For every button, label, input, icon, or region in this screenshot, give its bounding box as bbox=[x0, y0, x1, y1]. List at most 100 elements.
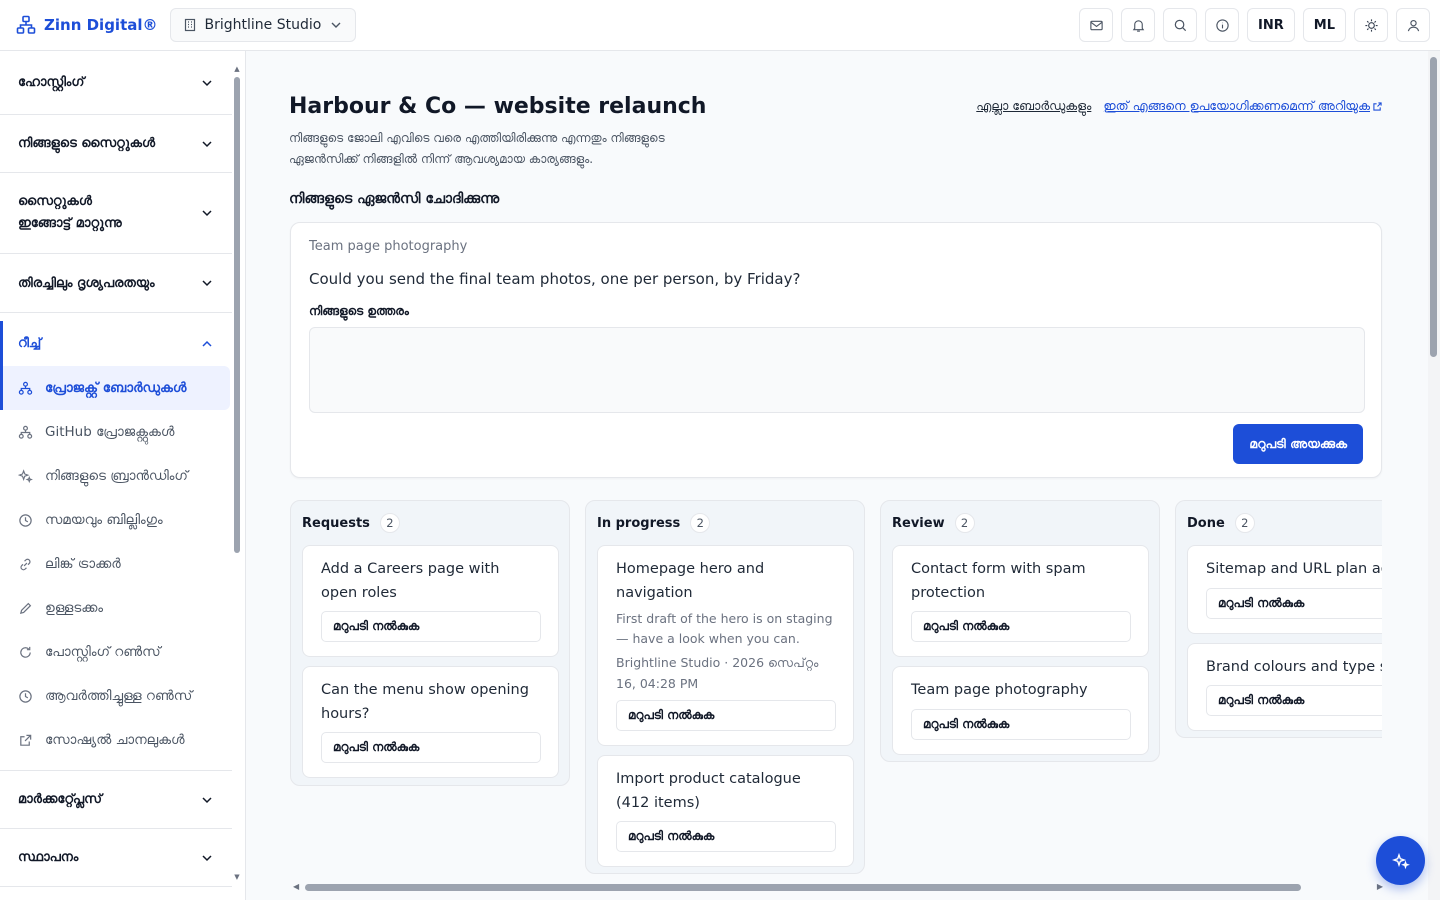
scrollbar-thumb[interactable] bbox=[1430, 57, 1437, 357]
reply-button[interactable]: മറുപടി നൽകുക bbox=[321, 732, 541, 763]
sidebar-section-your-sites[interactable]: നിങ്ങളുടെ സൈറ്റുകൾ bbox=[0, 115, 232, 173]
scrollbar-thumb[interactable] bbox=[234, 77, 240, 553]
agency-asks-heading: നിങ്ങളുടെ ഏജൻസി ചോദിക്കുന്നു bbox=[289, 191, 500, 207]
column-name: In progress bbox=[597, 515, 681, 531]
chevron-down-icon bbox=[202, 79, 212, 86]
workspace-switcher[interactable]: Brightline Studio bbox=[169, 8, 357, 42]
card-note: First draft of the hero is on staging — … bbox=[616, 611, 833, 646]
sidebar-scrollbar[interactable]: ▲ ▼ bbox=[233, 61, 241, 881]
sidebar-item-label: നിങ്ങളുടെ ബ്രാൻഡിംഗ് bbox=[45, 468, 188, 484]
sidebar-item-link-tracker[interactable]: ലിങ്ക് ട്രാക്കർ bbox=[0, 542, 230, 586]
main-content: Harbour & Co — website relaunch നിങ്ങളുട… bbox=[246, 51, 1426, 900]
scroll-right-arrow[interactable]: ▶ bbox=[1377, 882, 1383, 892]
assistant-fab-button[interactable] bbox=[1376, 836, 1425, 885]
sidebar-section-label: റീച്ച് bbox=[18, 336, 42, 351]
answer-textarea[interactable] bbox=[309, 327, 1365, 413]
board-card[interactable]: Contact form with spam protection മറുപടി… bbox=[892, 545, 1149, 657]
board-card[interactable]: Sitemap and URL plan ag മറുപടി നൽകുക bbox=[1187, 545, 1382, 634]
board-card[interactable]: Add a Careers page with open roles മറുപട… bbox=[302, 545, 559, 657]
question-tag: Team page photography bbox=[309, 239, 468, 254]
column-header: Review 2 bbox=[892, 501, 1148, 545]
page-title: Harbour & Co — website relaunch bbox=[289, 94, 707, 119]
column-count: 2 bbox=[690, 513, 711, 533]
reply-button[interactable]: മറുപടി നൽകുക bbox=[616, 821, 836, 852]
reply-button[interactable]: മറുപടി നൽകുക bbox=[1206, 587, 1382, 619]
chevron-down-icon bbox=[202, 140, 212, 147]
sidebar-section-label: നിങ്ങളുടെ സൈറ്റുകൾ bbox=[18, 136, 156, 151]
reply-button[interactable]: മറുപടി നൽകുക bbox=[911, 611, 1131, 642]
sidebar-item-label: പോസ്റ്റിംഗ് റൺസ് bbox=[45, 644, 161, 660]
send-reply-button[interactable]: മറുപടി അയക്കുക bbox=[1233, 424, 1363, 464]
card-title: Import product catalogue (412 items) bbox=[616, 771, 801, 811]
info-button[interactable] bbox=[1205, 8, 1240, 42]
sidebar-item-posting-runs[interactable]: പോസ്റ്റിംഗ് റൺസ് bbox=[0, 630, 230, 674]
refresh-icon bbox=[20, 646, 31, 658]
notifications-button[interactable] bbox=[1121, 8, 1156, 42]
board-card[interactable]: Can the menu show opening hours? മറുപടി … bbox=[302, 666, 559, 778]
reply-button[interactable]: മറുപടി നൽകുക bbox=[1206, 685, 1382, 716]
sidebar-item-social-channels[interactable]: സോഷ്യൽ ചാനലുകൾ bbox=[0, 718, 230, 762]
brand-name: Zinn Digital® bbox=[44, 16, 158, 34]
sidebar-section-reach[interactable]: റീച്ച് bbox=[0, 321, 232, 366]
scroll-down-arrow[interactable]: ▼ bbox=[233, 873, 241, 881]
sparkle-icon bbox=[1391, 852, 1410, 869]
sidebar-item-content[interactable]: ഉള്ളടക്കം bbox=[0, 586, 230, 630]
brand[interactable]: Zinn Digital® bbox=[16, 15, 158, 35]
board-card[interactable]: Homepage hero and navigation First draft… bbox=[597, 545, 854, 746]
column-count: 2 bbox=[379, 513, 400, 533]
mail-icon bbox=[1089, 20, 1103, 30]
link-icon bbox=[20, 558, 31, 570]
theme-toggle[interactable] bbox=[1354, 8, 1388, 42]
scroll-up-arrow[interactable]: ▲ bbox=[233, 65, 241, 73]
sidebar-item-project-boards[interactable]: പ്രോജക്റ്റ് ബോർഡുകൾ bbox=[0, 366, 230, 410]
reply-button[interactable]: മറുപടി നൽകുക bbox=[616, 700, 836, 731]
card-meta: Brightline Studio · 2026 സെപ്റ്റം 16, 04… bbox=[616, 655, 819, 691]
sidebar-section-marketplace[interactable]: മാർക്കറ്റ്പ്ലേസ് bbox=[0, 771, 232, 829]
language-button[interactable]: ML bbox=[1302, 8, 1346, 42]
sidebar-item-time-billing[interactable]: സമയവും ബില്ലിംഗും bbox=[0, 498, 230, 542]
reply-button[interactable]: മറുപടി നൽകുക bbox=[321, 611, 541, 642]
external-link-icon bbox=[1373, 101, 1382, 111]
currency-button[interactable]: INR bbox=[1247, 8, 1295, 42]
sidebar-item-label: GitHub പ്രോജക്റ്റുകൾ bbox=[45, 424, 175, 440]
profile-button[interactable] bbox=[1396, 8, 1430, 42]
sidebar-item-label: ഉള്ളടക്കം bbox=[45, 600, 104, 616]
board-card[interactable]: Import product catalogue (412 items) മറു… bbox=[597, 755, 854, 867]
how-to-link[interactable]: ഇത് എങ്ങനെ ഉപയോഗിക്കണമെന്ന് അറിയുക bbox=[1103, 98, 1382, 114]
sidebar-item-label: പ്രോജക്റ്റ് ബോർഡുകൾ bbox=[45, 380, 187, 396]
scroll-left-arrow[interactable]: ◀ bbox=[293, 882, 299, 892]
scrollbar-thumb[interactable] bbox=[305, 884, 1301, 891]
agency-question-card: Team page photography Could you send the… bbox=[290, 222, 1382, 478]
sidebar-section-label: സൈറ്റുകൾ ഇങ്ങോട്ട് മാറ്റുന്നു bbox=[18, 194, 122, 231]
sparkle-icon bbox=[18, 468, 33, 483]
sidebar-section-label: സ്ഥാപനം bbox=[18, 850, 79, 865]
board-card[interactable]: Brand colours and type s മറുപടി നൽകുക bbox=[1187, 642, 1382, 731]
sidebar-item-branding[interactable]: നിങ്ങളുടെ ബ്രാൻഡിംഗ് bbox=[0, 454, 230, 498]
sidebar-item-github-projects[interactable]: GitHub പ്രോജക്റ്റുകൾ bbox=[0, 410, 230, 454]
chevron-down-icon bbox=[202, 854, 212, 861]
user-icon bbox=[1407, 19, 1419, 31]
sidebar-section-hosting[interactable]: ഹോസ്റ്റിംഗ് bbox=[0, 51, 232, 115]
messages-button[interactable] bbox=[1079, 8, 1114, 42]
column-header: Requests 2 bbox=[302, 501, 558, 545]
sidebar-item-label: ആവർത്തിച്ചുള്ള റൺസ് bbox=[45, 688, 193, 704]
reply-button[interactable]: മറുപടി നൽകുക bbox=[911, 708, 1131, 740]
search-button[interactable] bbox=[1163, 8, 1198, 42]
github-projects-icon bbox=[18, 425, 33, 439]
clock-icon bbox=[19, 513, 32, 527]
sidebar-section-migrations[interactable]: സൈറ്റുകൾ ഇങ്ങോട്ട് മാറ്റുന്നു bbox=[0, 173, 232, 254]
page-scrollbar[interactable] bbox=[1428, 51, 1440, 900]
all-boards-link[interactable]: എല്ലാ ബോർഡുകളും bbox=[976, 98, 1091, 114]
sidebar-item-recurring-runs[interactable]: ആവർത്തിച്ചുള്ള റൺസ് bbox=[0, 674, 230, 718]
chevron-down-icon bbox=[331, 22, 341, 28]
sidebar: ഹോസ്റ്റിംഗ് നിങ്ങളുടെ സൈറ്റുകൾ സൈറ്റുകൾ … bbox=[0, 51, 246, 900]
sidebar-section-label: ഹോസ്റ്റിംഗ് bbox=[18, 75, 85, 90]
sidebar-section-search-visibility[interactable]: തിരച്ചിലും ദൃശ്യപരതയും bbox=[0, 254, 232, 313]
workspace-name: Brightline Studio bbox=[204, 17, 322, 33]
board-card[interactable]: Team page photography മറുപടി നൽകുക bbox=[892, 666, 1149, 755]
board-column-review: Review 2 Contact form with spam protecti… bbox=[880, 500, 1160, 762]
board-horizontal-scrollbar[interactable]: ◀ ▶ bbox=[293, 882, 1383, 892]
info-icon bbox=[1215, 18, 1229, 32]
card-title: Add a Careers page with open roles bbox=[321, 561, 500, 601]
sidebar-section-organisation[interactable]: സ്ഥാപനം bbox=[0, 829, 232, 887]
